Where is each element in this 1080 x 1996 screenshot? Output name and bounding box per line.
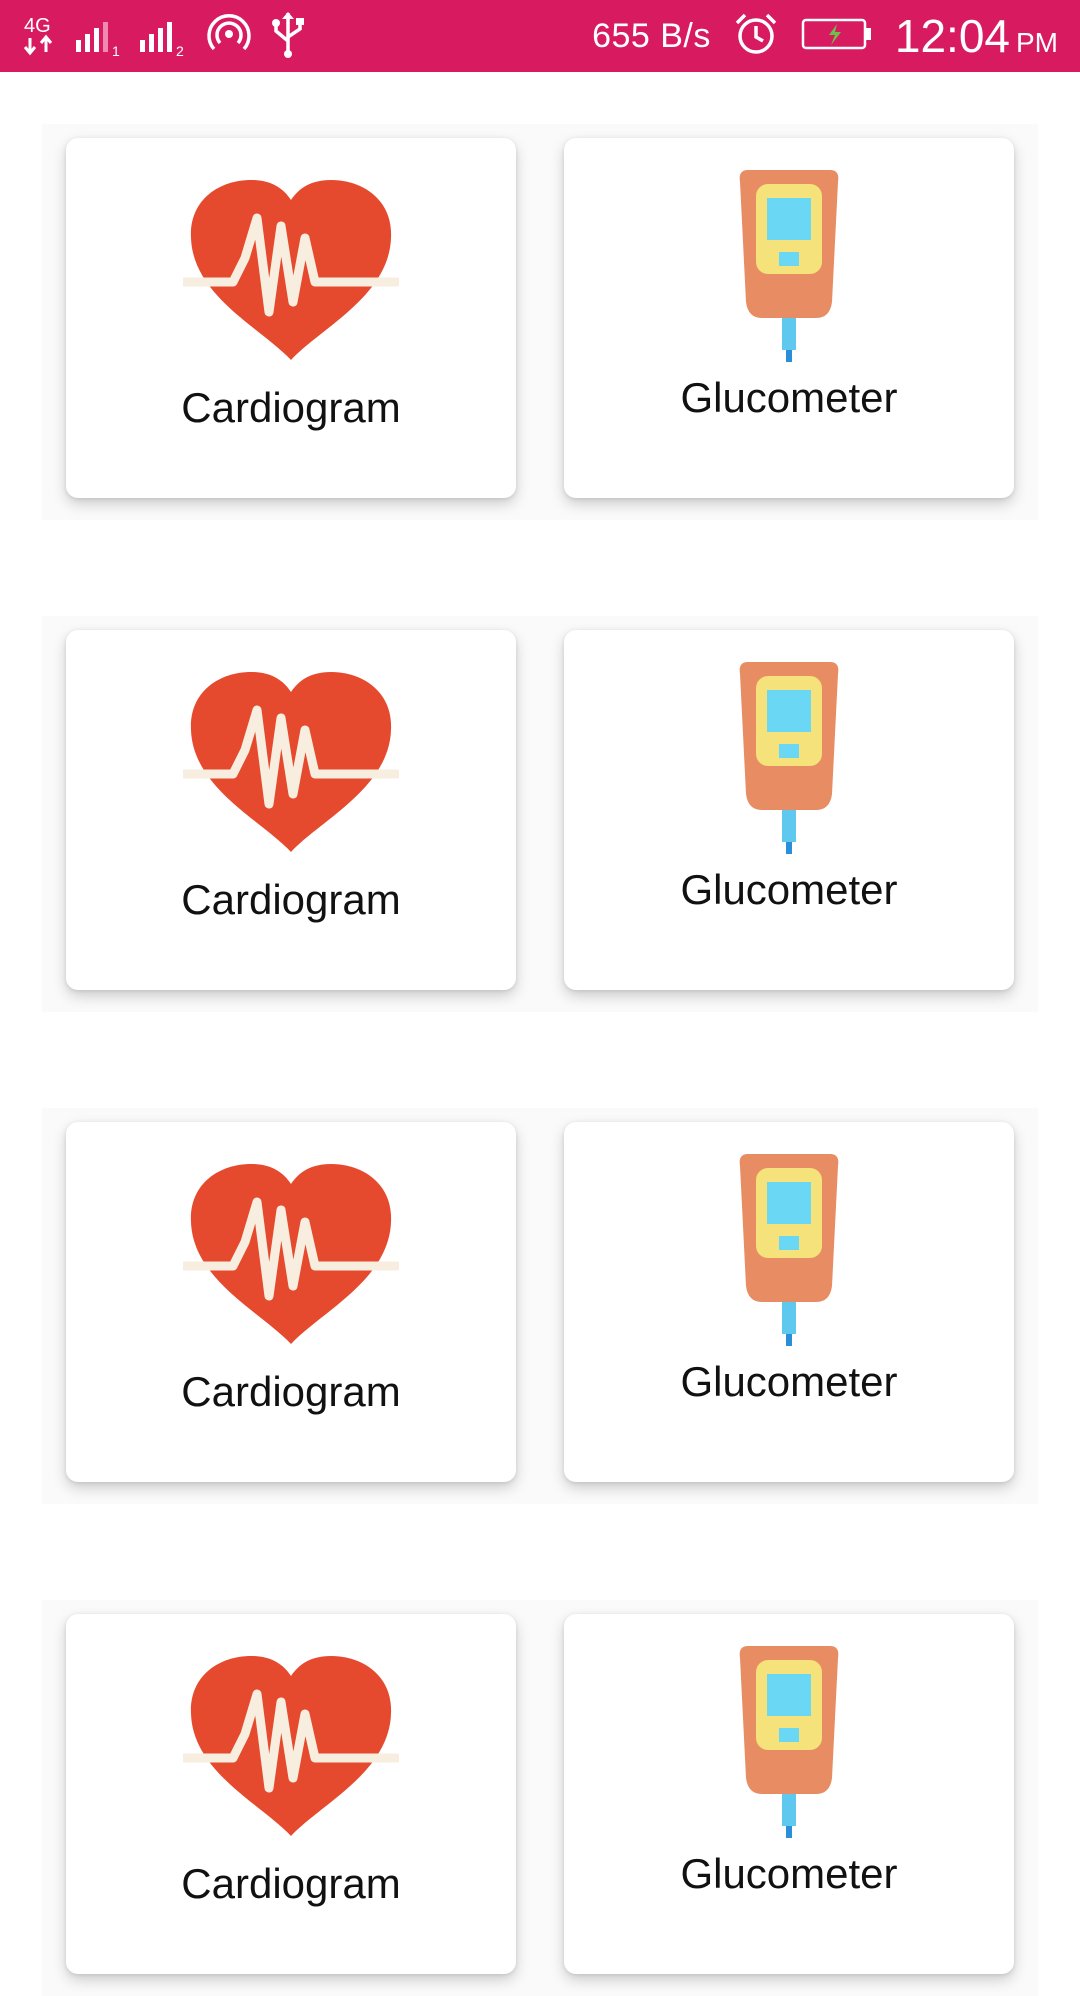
glucometer-card[interactable]: Glucometer <box>564 1122 1014 1482</box>
heart-pulse-icon <box>66 178 516 362</box>
cardiogram-label: Cardiogram <box>181 876 401 923</box>
glucometer-label: Glucometer <box>680 1850 898 1897</box>
cardiogram-label: Cardiogram <box>181 1860 401 1907</box>
glucometer-icon <box>564 1644 1014 1840</box>
clock: 12:04 PM <box>895 9 1058 63</box>
heart-pulse-icon <box>66 670 516 854</box>
glucometer-label: Glucometer <box>680 374 898 421</box>
svg-text:1: 1 <box>112 43 120 56</box>
clock-time: 12:04 <box>894 10 1010 62</box>
hotspot-icon <box>206 11 252 62</box>
cardiogram-card[interactable]: Cardiogram <box>66 1122 516 1482</box>
signal-sim1-icon: 1 <box>74 12 122 61</box>
cardiogram-card[interactable]: Cardiogram <box>66 138 516 498</box>
heart-pulse-icon <box>66 1654 516 1838</box>
signal-sim2-icon: 2 <box>138 12 190 61</box>
cardiogram-card[interactable]: Cardiogram <box>66 1614 516 1974</box>
network-speed: 655 B/s <box>592 16 711 55</box>
cardiogram-label: Cardiogram <box>181 384 401 431</box>
battery-charging-icon <box>801 16 873 57</box>
glucometer-card[interactable]: Glucometer <box>564 1614 1014 1974</box>
status-bar: 4G 1 2 655 B/s 12:04 PM <box>0 0 1080 72</box>
cardiogram-label: Cardiogram <box>181 1368 401 1415</box>
heart-pulse-icon <box>66 1162 516 1346</box>
clock-ampm: PM <box>1016 27 1058 58</box>
alarm-icon <box>733 11 779 62</box>
glucometer-label: Glucometer <box>680 866 898 913</box>
cardiogram-card[interactable]: Cardiogram <box>66 630 516 990</box>
feature-grid: Cardiogram Glucometer Cardiogram Glucometer… <box>0 72 1080 1996</box>
svg-text:2: 2 <box>176 43 184 56</box>
glucometer-icon <box>564 1152 1014 1348</box>
status-left-icons: 4G 1 2 <box>22 9 308 64</box>
glucometer-icon <box>564 168 1014 364</box>
network-4g-icon: 4G <box>22 12 58 61</box>
usb-icon <box>268 9 308 64</box>
status-right-icons: 655 B/s 12:04 PM <box>592 9 1058 63</box>
svg-text:4G: 4G <box>24 15 51 37</box>
glucometer-icon <box>564 660 1014 856</box>
glucometer-label: Glucometer <box>680 1358 898 1405</box>
glucometer-card[interactable]: Glucometer <box>564 138 1014 498</box>
glucometer-card[interactable]: Glucometer <box>564 630 1014 990</box>
